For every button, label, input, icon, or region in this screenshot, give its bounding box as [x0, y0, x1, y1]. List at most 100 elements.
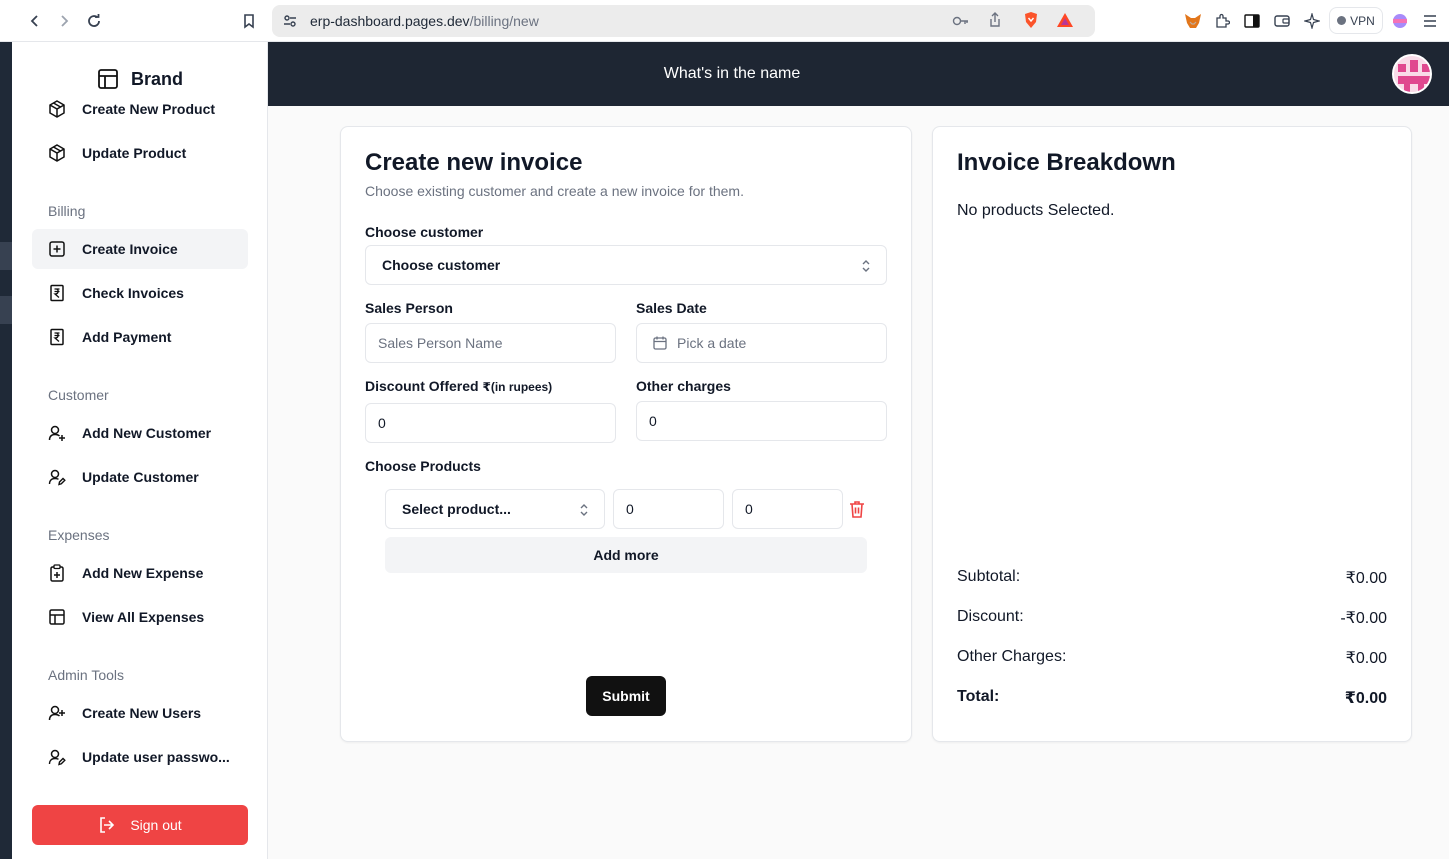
total-value: ₹0.00 — [1344, 690, 1387, 707]
sidebar-item-view-all-expenses[interactable]: View All Expenses — [32, 597, 248, 637]
customer-select-value: Choose customer — [382, 257, 501, 273]
sidebar-item-add-payment[interactable]: Add Payment — [32, 317, 248, 357]
product-select[interactable]: Select product... — [385, 489, 605, 529]
sidebar-item-create-invoice[interactable]: Create Invoice — [32, 229, 248, 269]
site-settings-icon[interactable] — [282, 13, 298, 34]
card-title: Create new invoice — [365, 149, 583, 176]
forward-icon[interactable] — [53, 10, 75, 32]
address-bar[interactable]: erp-dashboard.pages.dev/billing/new — [272, 5, 1095, 37]
sidebar-item-update-customer[interactable]: Update Customer — [32, 457, 248, 497]
submit-label: Submit — [602, 688, 650, 704]
sidebar-toggle-icon[interactable] — [1242, 11, 1262, 31]
clipboard-plus-icon — [50, 564, 64, 582]
header-title: What's in the name — [663, 65, 801, 82]
sidebar-item-label: Update user passwo... — [82, 749, 230, 765]
other-charges-row-label: Other Charges: — [957, 648, 1067, 665]
layout-icon — [98, 69, 118, 89]
share-icon[interactable] — [985, 10, 1005, 30]
create-invoice-card: Create new invoice Choose existing custo… — [340, 126, 912, 742]
total-label: Total: — [957, 688, 1000, 705]
total-row: Total: ₹0.00 — [957, 688, 1387, 708]
key-icon[interactable] — [951, 11, 971, 31]
section-title-billing: Billing — [48, 203, 86, 219]
receipt-icon — [50, 328, 64, 346]
brave-rewards-icon[interactable] — [1055, 10, 1075, 30]
extensions-icon[interactable] — [1212, 11, 1232, 31]
product-quantity-value: 0 — [626, 501, 634, 517]
url-text[interactable]: erp-dashboard.pages.dev/billing/new — [310, 13, 539, 29]
avatar[interactable] — [1392, 54, 1432, 94]
discount-input[interactable]: 0 — [365, 403, 616, 443]
vpn-button[interactable]: VPN — [1329, 7, 1383, 34]
user-plus-icon — [48, 705, 65, 721]
profile-icon[interactable] — [1390, 11, 1410, 31]
discount-label-text: Discount Offered — [365, 378, 479, 394]
subtotal-label: Subtotal: — [957, 568, 1021, 585]
receipt-icon — [50, 284, 64, 302]
sidebar-item-label: Add New Expense — [82, 565, 204, 581]
chevrons-up-down-icon — [862, 260, 870, 272]
top-header: What's in the name — [268, 42, 1449, 106]
discount-row-value: -₹0.00 — [1340, 610, 1387, 627]
sales-person-input[interactable]: Sales Person Name — [365, 323, 616, 363]
other-charges-input[interactable]: 0 — [636, 401, 887, 441]
product-quantity-input[interactable]: 0 — [613, 489, 724, 529]
wallet-icon[interactable] — [1272, 11, 1292, 31]
sidebar-item-label: Check Invoices — [82, 285, 184, 301]
calendar-icon — [653, 336, 667, 350]
sidebar-item-label: Add Payment — [82, 329, 172, 345]
user-pen-icon — [48, 749, 66, 766]
sales-date-label: Sales Date — [636, 300, 707, 316]
menu-icon[interactable] — [1420, 11, 1440, 31]
sidebar-item-create-new-users[interactable]: Create New Users — [32, 693, 248, 733]
add-more-label: Add more — [593, 547, 659, 563]
brave-shield-icon[interactable] — [1021, 10, 1041, 30]
other-charges-label: Other charges — [636, 378, 731, 394]
section-title-admin-tools: Admin Tools — [48, 667, 125, 683]
sales-date-placeholder: Pick a date — [677, 335, 747, 351]
product-price-input[interactable]: 0 — [732, 489, 843, 529]
bookmark-icon[interactable] — [238, 10, 260, 32]
other-charges-value: 0 — [649, 413, 657, 429]
subtotal-row: Subtotal: ₹0.00 — [957, 568, 1387, 588]
package-icon — [49, 144, 65, 162]
back-icon[interactable] — [24, 10, 46, 32]
sales-person-label: Sales Person — [365, 300, 453, 316]
invoice-breakdown-card: Invoice Breakdown No products Selected. … — [932, 126, 1412, 742]
brand[interactable]: Brand — [97, 68, 183, 90]
product-price-value: 0 — [745, 501, 753, 517]
sidebar-item-label: Create New Users — [82, 705, 202, 721]
card-title: Invoice Breakdown — [957, 149, 1176, 176]
sidebar-item-add-new-expense[interactable]: Add New Expense — [32, 553, 248, 593]
section-title-customer: Customer — [48, 387, 109, 403]
sidebar-item-update-user-password[interactable]: Update user passwo... — [32, 737, 248, 777]
package-icon — [49, 100, 65, 118]
sidebar-item-label: Update Product — [82, 145, 187, 161]
discount-row-label: Discount: — [957, 608, 1024, 625]
subtotal-value: ₹0.00 — [1345, 570, 1387, 587]
metamask-icon[interactable] — [1183, 11, 1203, 31]
brand-name: Brand — [131, 68, 184, 89]
leo-ai-icon[interactable] — [1302, 11, 1322, 31]
other-charges-row-value: ₹0.00 — [1345, 650, 1387, 667]
sidebar-item-check-invoices[interactable]: Check Invoices — [32, 273, 248, 313]
customer-select[interactable]: Choose customer — [365, 245, 887, 285]
other-charges-row: Other Charges: ₹0.00 — [957, 648, 1387, 668]
sidebar-item-update-product[interactable]: Update Product — [32, 133, 248, 173]
customer-label: Choose customer — [365, 224, 484, 240]
log-out-icon — [100, 817, 115, 833]
discount-label: Discount Offered ₹(in rupees) — [365, 378, 552, 394]
trash-icon[interactable] — [847, 499, 867, 519]
add-more-button[interactable]: Add more — [385, 537, 867, 573]
sidebar-item-add-new-customer[interactable]: Add New Customer — [32, 413, 248, 453]
sidebar-item-label: Create Invoice — [82, 241, 178, 257]
sign-out-button[interactable]: Sign out — [32, 805, 248, 845]
chevrons-up-down-icon — [580, 504, 588, 516]
submit-button[interactable]: Submit — [586, 676, 666, 716]
sidebar: Brand Create New Product Update Product … — [12, 42, 268, 859]
reload-icon[interactable] — [83, 10, 105, 32]
user-plus-icon — [48, 425, 65, 441]
sidebar-item-label: View All Expenses — [82, 609, 205, 625]
sales-date-picker[interactable]: Pick a date — [636, 323, 887, 363]
sidebar-item-create-new-product[interactable]: Create New Product — [32, 89, 248, 129]
